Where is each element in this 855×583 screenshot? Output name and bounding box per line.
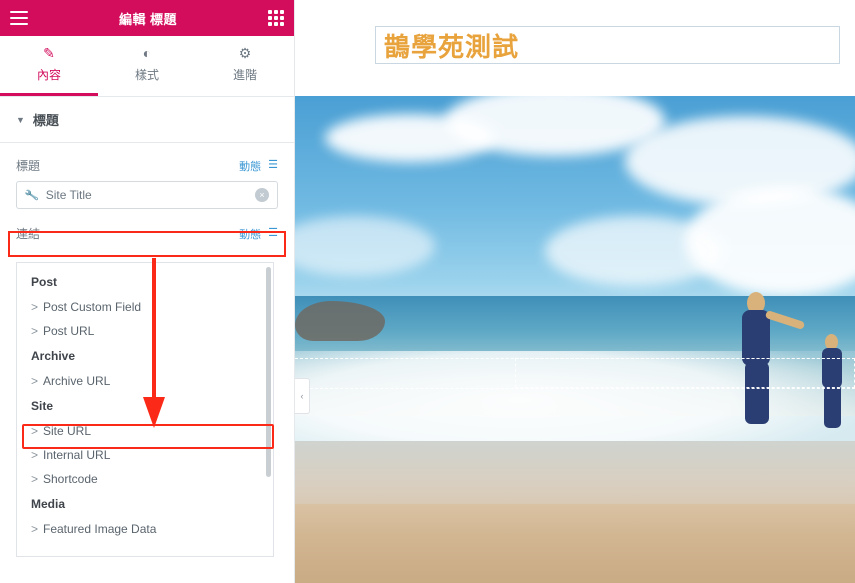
dropdown-item-post-url[interactable]: > Post URL bbox=[17, 319, 273, 343]
dropdown-item-label: Post Custom Field bbox=[43, 300, 142, 314]
wrench-icon: 🔧 bbox=[24, 188, 40, 203]
dropdown-item-archive-url[interactable]: > Archive URL bbox=[17, 369, 273, 393]
link-field-row: 連結 動態 ☰ bbox=[16, 225, 278, 242]
editor-window: 編輯 標題 ✎ 內容 ◐ 樣式 ⚙ 進階 ▼ 標題 標題 動態 ☰ 🔧 Site… bbox=[0, 0, 855, 583]
chevron-right-icon: > bbox=[31, 448, 39, 462]
chevron-down-icon: ▼ bbox=[16, 114, 25, 125]
chevron-right-icon: > bbox=[31, 472, 39, 486]
tab-advanced-label: 進階 bbox=[232, 68, 257, 82]
chevron-right-icon: > bbox=[31, 300, 39, 314]
title-field-label: 標題 bbox=[16, 159, 41, 173]
title-field-row: 標題 動態 ☰ bbox=[16, 157, 278, 174]
layout-guide-line bbox=[295, 388, 855, 389]
tab-style[interactable]: ◐ 樣式 bbox=[98, 36, 196, 96]
dropdown-item-label: Site URL bbox=[43, 424, 92, 438]
chevron-right-icon: > bbox=[31, 324, 39, 338]
chevron-right-icon: > bbox=[31, 424, 39, 438]
dropdown-item-label: Shortcode bbox=[43, 472, 98, 486]
dropdown-item-label: Featured Image Data bbox=[43, 522, 157, 536]
hamburger-icon[interactable] bbox=[10, 11, 28, 25]
link-field-label: 連結 bbox=[16, 227, 41, 241]
tab-content-label: 內容 bbox=[36, 68, 61, 82]
link-database-icon[interactable]: ☰ bbox=[268, 228, 278, 239]
dropdown-item-shortcode[interactable]: > Shortcode bbox=[17, 467, 273, 491]
contrast-icon: ◐ bbox=[142, 45, 152, 61]
group-site-label: Site bbox=[31, 399, 54, 413]
rock-shape bbox=[295, 301, 385, 341]
tab-advanced[interactable]: ⚙ 進階 bbox=[196, 36, 294, 96]
link-dynamic-label[interactable]: 動態 bbox=[239, 226, 261, 242]
chevron-right-icon: > bbox=[31, 522, 39, 536]
dropdown-item-post-custom-field[interactable]: > Post Custom Field bbox=[17, 295, 273, 319]
panel-header: 編輯 標題 bbox=[0, 0, 294, 36]
gear-icon: ⚙ bbox=[238, 45, 252, 61]
title-dynamic-controls: 動態 ☰ bbox=[239, 158, 278, 174]
title-input-value: Site Title bbox=[45, 188, 92, 202]
dynamic-tags-dropdown: Post > Post Custom Field > Post URL Arch… bbox=[16, 262, 274, 557]
site-title-widget[interactable]: 鵲學苑測試 bbox=[375, 26, 840, 64]
link-dynamic-controls: 動態 ☰ bbox=[239, 226, 278, 242]
dropdown-item-internal-url[interactable]: > Internal URL bbox=[17, 443, 273, 467]
section-title-label: 標題 bbox=[32, 113, 59, 128]
dropdown-item-label: Archive URL bbox=[43, 374, 111, 388]
section-title-header[interactable]: ▼ 標題 bbox=[0, 97, 294, 143]
site-title-text: 鵲學苑測試 bbox=[384, 32, 520, 63]
panel-title: 編輯 標題 bbox=[118, 11, 178, 27]
page-preview: 鵲學苑測試 ‹ bbox=[295, 0, 855, 583]
dropdown-item-site-url[interactable]: > Site URL bbox=[17, 419, 273, 443]
panel-tabs: ✎ 內容 ◐ 樣式 ⚙ 進階 bbox=[0, 36, 294, 97]
chevron-right-icon: > bbox=[31, 374, 39, 388]
grid-apps-icon[interactable] bbox=[268, 10, 284, 26]
hero-image bbox=[295, 96, 855, 583]
group-post-label: Post bbox=[31, 275, 58, 289]
layout-guide-box bbox=[515, 358, 855, 388]
tab-style-label: 樣式 bbox=[134, 68, 159, 82]
figure-child-legs bbox=[824, 384, 841, 428]
dry-sand-layer bbox=[295, 504, 855, 583]
dropdown-item-label: Internal URL bbox=[43, 448, 111, 462]
dropdown-scrollbar[interactable] bbox=[266, 267, 271, 477]
title-input[interactable]: 🔧 Site Title × bbox=[16, 181, 278, 209]
pencil-icon: ✎ bbox=[43, 45, 55, 61]
group-archive-label: Archive bbox=[31, 349, 76, 363]
dropdown-item-featured-image-data[interactable]: > Featured Image Data bbox=[17, 517, 273, 541]
tab-content[interactable]: ✎ 內容 bbox=[0, 36, 98, 96]
group-media-label: Media bbox=[31, 497, 66, 511]
title-field-block: 標題 動態 ☰ 🔧 Site Title × bbox=[0, 143, 294, 209]
dropdown-item-label: Post URL bbox=[43, 324, 95, 338]
clear-icon[interactable]: × bbox=[255, 188, 269, 202]
title-dynamic-label[interactable]: 動態 bbox=[239, 158, 261, 174]
elementor-sidebar-panel: 編輯 標題 ✎ 內容 ◐ 樣式 ⚙ 進階 ▼ 標題 標題 動態 ☰ 🔧 Site… bbox=[0, 0, 295, 583]
database-icon[interactable]: ☰ bbox=[268, 160, 278, 171]
dynamic-tags-list: Post > Post Custom Field > Post URL Arch… bbox=[17, 263, 273, 541]
link-field-block: 連結 動態 ☰ bbox=[0, 225, 294, 242]
panel-collapse-handle[interactable]: ‹ bbox=[295, 378, 310, 414]
cloud-shape bbox=[545, 216, 725, 286]
